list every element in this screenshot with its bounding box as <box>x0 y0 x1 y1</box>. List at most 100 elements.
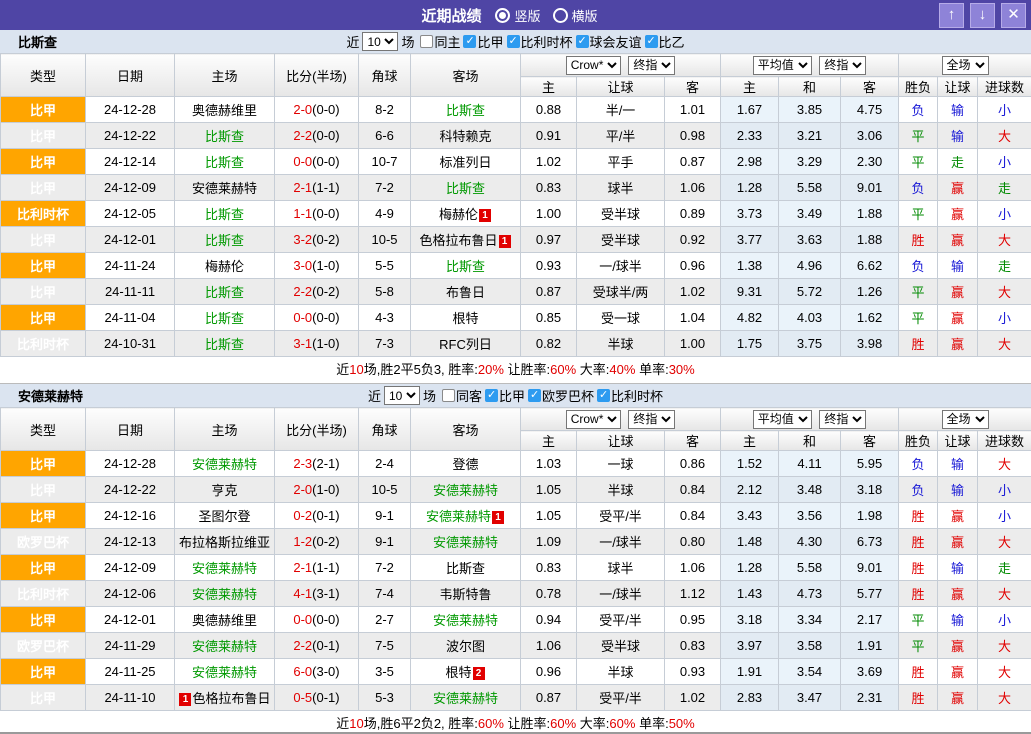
col-odds-home: 主 <box>521 431 577 451</box>
match-row: 欧罗巴杯24-11-29安德莱赫特2-2(0-1)7-5波尔图1.06受半球0.… <box>1 633 1031 659</box>
handicap-odds-cell: 球半 <box>577 555 665 581</box>
red-card-badge: 1 <box>499 235 511 248</box>
layout-radio-vertical[interactable]: 竖版 <box>495 6 540 25</box>
away-team: 根特2 <box>411 659 521 685</box>
handicap-odds-cell: 1.00 <box>665 331 721 357</box>
handicap-odds-cell: 0.83 <box>521 555 577 581</box>
move-down-button[interactable]: ↓ <box>970 3 995 28</box>
filters: 近 10 场 同客比甲欧罗巴杯比利时杯 <box>368 386 663 405</box>
score: 0-0(0-0) <box>275 149 359 175</box>
scope-select[interactable]: 全场 <box>942 56 989 75</box>
competition-filter[interactable]: 比利时杯 <box>507 32 573 51</box>
europe-odds-cell: 9.31 <box>721 279 779 305</box>
same-venue-filter[interactable]: 同客 <box>442 386 482 405</box>
col-res-wdl: 胜负 <box>899 431 938 451</box>
summary-text: 大率: <box>576 716 609 731</box>
odds-provider-select[interactable]: Crow* <box>566 410 621 429</box>
match-date: 24-12-13 <box>86 529 175 555</box>
competition-filter[interactable]: 欧罗巴杯 <box>528 386 594 405</box>
match-row: 比甲24-12-09安德莱赫特2-1(1-1)7-2比斯查0.83球半1.061… <box>1 555 1031 581</box>
europe-odds-cell: 5.77 <box>841 581 899 607</box>
score: 4-1(3-1) <box>275 581 359 607</box>
scope-select[interactable]: 全场 <box>942 410 989 429</box>
result-wdl: 胜 <box>899 529 938 555</box>
result-goals: 小 <box>978 149 1031 175</box>
checkbox-icon[interactable] <box>507 35 520 48</box>
radio-vertical-label: 竖版 <box>514 6 540 25</box>
match-row: 欧罗巴杯24-12-13布拉格斯拉维亚1-2(0-2)9-1安德莱赫特1.09一… <box>1 529 1031 555</box>
match-date: 24-12-09 <box>86 175 175 201</box>
europe-odds-cell: 3.21 <box>779 123 841 149</box>
close-button[interactable]: ✕ <box>1001 3 1026 28</box>
same-venue-filter[interactable]: 同主 <box>420 32 460 51</box>
home-team: 亨克 <box>175 477 275 503</box>
filter-label: 比乙 <box>659 32 685 51</box>
result-handicap: 赢 <box>938 503 978 529</box>
europe-odds-select[interactable]: 平均值 <box>753 410 812 429</box>
checkbox-icon[interactable] <box>597 389 610 402</box>
competition-filter[interactable]: 比甲 <box>485 386 525 405</box>
summary-text: 10 <box>349 716 363 731</box>
result-goals: 大 <box>978 123 1031 149</box>
score: 1-2(0-2) <box>275 529 359 555</box>
result-handicap: 输 <box>938 451 978 477</box>
layout-radio-horizontal[interactable]: 横版 <box>553 6 598 25</box>
home-team: 比斯查 <box>175 201 275 227</box>
games-count-select[interactable]: 10 <box>384 386 420 405</box>
competition-filter[interactable]: 比乙 <box>645 32 685 51</box>
odds-provider-select[interactable]: Crow* <box>566 56 621 75</box>
away-team: 安德莱赫特 <box>411 607 521 633</box>
summary-text: 大率: <box>576 362 609 377</box>
handicap-odds-cell: 1.06 <box>521 633 577 659</box>
radio-unselected-icon[interactable] <box>553 8 568 23</box>
competition-badge: 比甲 <box>1 97 86 123</box>
home-team: 布拉格斯拉维亚 <box>175 529 275 555</box>
competition-filter[interactable]: 球会友谊 <box>576 32 642 51</box>
result-goals: 大 <box>978 227 1031 253</box>
record-summary: 近10场,胜2平5负3, 胜率:20% 让胜率:60% 大率:40% 单率:30… <box>0 357 1031 384</box>
checkbox-icon[interactable] <box>420 35 433 48</box>
summary-text: 单率: <box>635 362 668 377</box>
away-team: 根特 <box>411 305 521 331</box>
competition-badge: 比甲 <box>1 253 86 279</box>
score: 2-2(0-2) <box>275 279 359 305</box>
score: 1-1(0-0) <box>275 201 359 227</box>
games-count-select[interactable]: 10 <box>362 32 398 51</box>
europe-odds-cell: 3.77 <box>721 227 779 253</box>
competition-filter[interactable]: 比利时杯 <box>597 386 663 405</box>
checkbox-icon[interactable] <box>442 389 455 402</box>
handicap-odds-cell: 1.06 <box>665 555 721 581</box>
match-row: 比甲24-11-04比斯查0-0(0-0)4-3根特0.85受一球1.044.8… <box>1 305 1031 331</box>
result-handicap: 走 <box>938 149 978 175</box>
checkbox-icon[interactable] <box>528 389 541 402</box>
europe-odds-cell: 4.96 <box>779 253 841 279</box>
europe-time-select[interactable]: 终指 <box>819 410 866 429</box>
odds-time-select[interactable]: 终指 <box>628 56 675 75</box>
handicap-odds-cell: 1.01 <box>665 97 721 123</box>
team-section-2: 安德莱赫特 近 10 场 同客比甲欧罗巴杯比利时杯 类型 日期 主场 比分( <box>0 384 1031 734</box>
europe-odds-cell: 5.95 <box>841 451 899 477</box>
score: 0-5(0-1) <box>275 685 359 711</box>
competition-filter[interactable]: 比甲 <box>463 32 503 51</box>
corner-score: 7-4 <box>359 581 411 607</box>
summary-text: 场,胜6平2负2, 胜率: <box>364 716 478 731</box>
radio-selected-icon[interactable] <box>495 8 510 23</box>
checkbox-icon[interactable] <box>485 389 498 402</box>
checkbox-icon[interactable] <box>645 35 658 48</box>
col-odds-home: 主 <box>521 77 577 97</box>
move-up-button[interactable]: ↑ <box>939 3 964 28</box>
competition-badge: 比利时杯 <box>1 201 86 227</box>
europe-odds-cell: 3.56 <box>779 503 841 529</box>
europe-odds-cell: 1.67 <box>721 97 779 123</box>
checkbox-icon[interactable] <box>463 35 476 48</box>
europe-odds-cell: 4.82 <box>721 305 779 331</box>
matches-table: 类型 日期 主场 比分(半场) 角球 客场 Crow* 终指 平均值 终指 <box>0 53 1031 357</box>
red-card-badge: 2 <box>473 667 485 680</box>
europe-odds-cell: 4.03 <box>779 305 841 331</box>
summary-text: 场,胜2平5负3, 胜率: <box>364 362 478 377</box>
europe-odds-cell: 2.17 <box>841 607 899 633</box>
europe-odds-select[interactable]: 平均值 <box>753 56 812 75</box>
europe-time-select[interactable]: 终指 <box>819 56 866 75</box>
checkbox-icon[interactable] <box>576 35 589 48</box>
odds-time-select[interactable]: 终指 <box>628 410 675 429</box>
